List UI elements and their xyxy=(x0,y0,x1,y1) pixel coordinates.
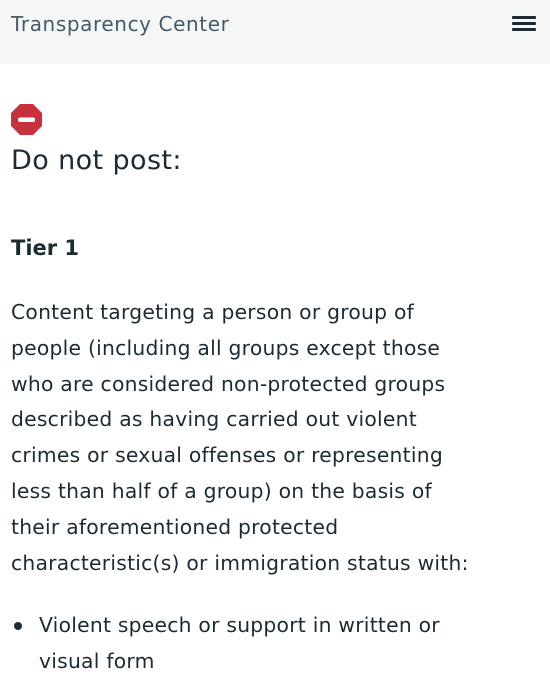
list-item-line: Violent speech or support in written or xyxy=(39,613,440,637)
list-item: Violent speech or support in written or … xyxy=(0,608,440,680)
policy-description: Content targeting a person or group of p… xyxy=(11,295,546,581)
description-line: who are considered non-protected groups xyxy=(11,371,446,396)
top-bar: Transparency Center xyxy=(0,0,550,64)
description-line: described as having carried out violent xyxy=(11,407,417,432)
menu-line xyxy=(512,22,536,25)
menu-line xyxy=(512,28,536,31)
description-line: their aforementioned protected xyxy=(11,514,339,539)
site-title[interactable]: Transparency Center xyxy=(11,12,229,36)
description-line: less than half of a group) on the basis … xyxy=(11,478,432,503)
menu-line xyxy=(512,16,536,19)
rules-list: Violent speech or support in written or … xyxy=(0,608,440,680)
description-line: characteristic(s) or immigration status … xyxy=(11,550,469,575)
hamburger-menu-icon[interactable] xyxy=(506,12,542,36)
tier-heading: Tier 1 xyxy=(11,236,80,260)
bullet-icon xyxy=(14,622,22,630)
description-line: Content targeting a person or group of xyxy=(11,300,415,324)
prohibited-icon xyxy=(11,104,42,135)
description-line: people (including all groups except thos… xyxy=(11,335,441,360)
description-line: crimes or sexual offenses or representin… xyxy=(11,443,443,468)
page-heading: Do not post: xyxy=(11,145,182,176)
list-item-line: visual form xyxy=(39,648,155,673)
